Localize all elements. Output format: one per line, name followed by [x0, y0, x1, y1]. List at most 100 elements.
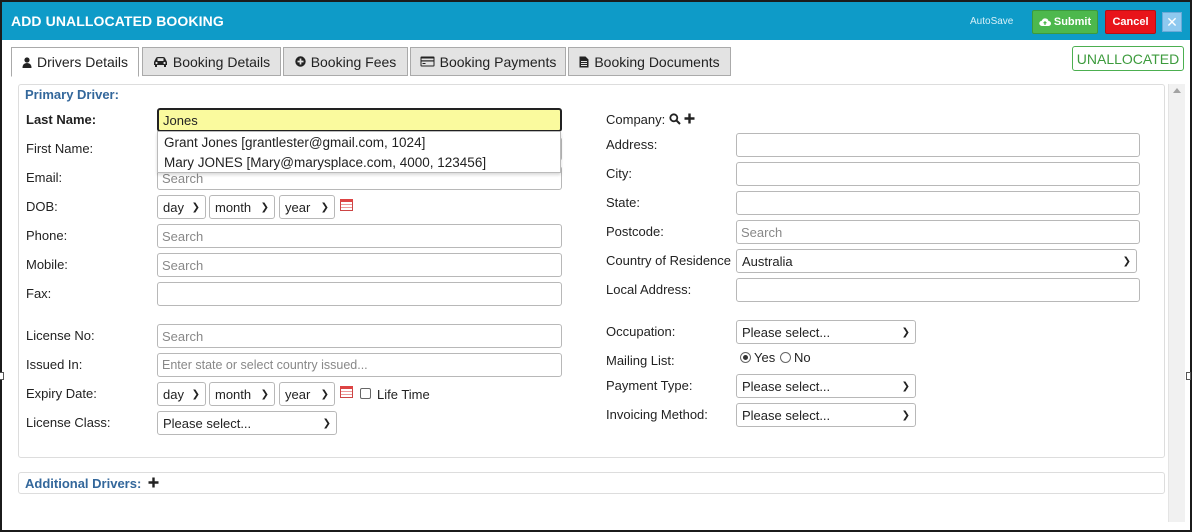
dob-month-select[interactable]: month ❯ [209, 195, 275, 219]
tab-booking-fees[interactable]: Booking Fees [283, 47, 408, 76]
select-value: day [163, 386, 184, 402]
dialog-title: ADD UNALLOCATED BOOKING [11, 13, 224, 29]
scroll-up-icon[interactable] [1173, 88, 1181, 93]
chevron-down-icon: ❯ [1122, 255, 1131, 267]
fax-label: Fax: [26, 286, 52, 301]
tab-label: Booking Fees [310, 53, 397, 70]
dob-label: DOB: [26, 199, 58, 214]
local-address-label: Local Address: [606, 282, 692, 297]
mailing-list-label: Mailing List: [606, 353, 675, 368]
mobile-label: Mobile: [26, 257, 68, 272]
cloud-upload-icon [1039, 18, 1051, 27]
autocomplete-option[interactable]: Mary JONES [Mary@marysplace.com, 4000, 1… [164, 155, 486, 170]
calendar-icon[interactable] [340, 386, 353, 398]
resize-handle-right[interactable] [1186, 372, 1191, 380]
close-icon: ✕ [1166, 13, 1178, 30]
dob-day-select[interactable]: day ❯ [157, 195, 206, 219]
mobile-input[interactable]: Search [157, 253, 562, 277]
title-bar: ADD UNALLOCATED BOOKING AutoSave Submit … [2, 2, 1190, 40]
expiry-year-select[interactable]: year ❯ [279, 382, 335, 406]
country-select[interactable]: Australia ❯ [736, 249, 1137, 273]
tab-label: Drivers Details [36, 54, 128, 70]
chevron-down-icon: ❯ [320, 388, 329, 400]
lifetime-checkbox[interactable] [360, 388, 371, 399]
mailing-no-label: No [794, 350, 811, 365]
address-input[interactable] [736, 133, 1140, 157]
select-value: Please select... [742, 378, 831, 394]
email-label: Email: [26, 170, 63, 185]
postcode-label: Postcode: [606, 224, 664, 239]
cancel-button[interactable]: Cancel [1105, 10, 1156, 34]
autosave-label[interactable]: AutoSave [970, 16, 1013, 27]
mailing-yes-label: Yes [754, 350, 776, 365]
city-input[interactable] [736, 162, 1140, 186]
tab-booking-details[interactable]: Booking Details [142, 47, 281, 76]
select-value: Please select... [742, 407, 831, 423]
close-button[interactable]: ✕ [1162, 12, 1182, 32]
issued-in-input[interactable]: Enter state or select country issued... [157, 353, 562, 377]
phone-input[interactable]: Search [157, 224, 562, 248]
last-name-label: Last Name: [26, 112, 97, 127]
tab-booking-payments[interactable]: Booking Payments [410, 47, 566, 76]
select-value: day [163, 199, 184, 215]
company-label: Company: [606, 112, 666, 127]
vertical-scrollbar[interactable] [1168, 84, 1185, 522]
postcode-input[interactable]: Search [736, 220, 1140, 244]
mailing-no-radio[interactable] [780, 352, 791, 363]
country-label: Country of Residence [606, 253, 732, 268]
chevron-down-icon: ❯ [260, 201, 269, 213]
submit-button[interactable]: Submit [1032, 10, 1098, 34]
autocomplete-option[interactable]: Grant Jones [grantlester@gmail.com, 1024… [164, 135, 425, 150]
last-name-input[interactable]: Jones [157, 108, 562, 132]
additional-drivers-heading: Additional Drivers: [25, 476, 142, 491]
resize-handle-left[interactable] [0, 372, 4, 380]
chevron-down-icon: ❯ [901, 380, 910, 392]
calendar-icon[interactable] [340, 199, 353, 211]
status-badge: UNALLOCATED [1072, 46, 1184, 71]
local-address-input[interactable] [736, 278, 1140, 302]
add-driver-icon[interactable] [148, 477, 159, 488]
select-value: year [285, 386, 311, 402]
credit-card-icon [420, 56, 435, 67]
address-label: Address: [606, 137, 658, 152]
license-class-label: License Class: [26, 415, 111, 430]
expiry-month-select[interactable]: month ❯ [209, 382, 275, 406]
payment-type-select[interactable]: Please select... ❯ [736, 374, 916, 398]
invoicing-method-label: Invoicing Method: [606, 407, 708, 422]
state-input[interactable] [736, 191, 1140, 215]
dob-year-select[interactable]: year ❯ [279, 195, 335, 219]
chevron-down-icon: ❯ [901, 409, 910, 421]
tab-label: Booking Payments [439, 53, 557, 70]
last-name-autocomplete: Grant Jones [grantlester@gmail.com, 1024… [157, 131, 561, 173]
select-value: year [285, 199, 311, 215]
first-name-label: First Name: [26, 141, 94, 156]
tab-label: Booking Details [172, 53, 271, 70]
select-value: Please select... [742, 324, 831, 340]
additional-drivers-panel [18, 472, 1165, 494]
document-icon [579, 56, 589, 67]
chevron-down-icon: ❯ [191, 201, 200, 213]
tab-drivers-details[interactable]: Drivers Details [11, 47, 139, 77]
occupation-select[interactable]: Please select... ❯ [736, 320, 916, 344]
license-no-input[interactable]: Search [157, 324, 562, 348]
plus-icon[interactable] [684, 113, 695, 124]
license-no-label: License No: [26, 328, 95, 343]
state-label: State: [606, 195, 640, 210]
search-icon[interactable] [669, 113, 681, 125]
chevron-down-icon: ❯ [901, 326, 910, 338]
mailing-yes-radio[interactable] [740, 352, 751, 363]
tab-label: Booking Documents [594, 53, 720, 70]
fax-input[interactable] [157, 282, 562, 306]
invoicing-method-select[interactable]: Please select... ❯ [736, 403, 916, 427]
primary-driver-heading: Primary Driver: [25, 87, 119, 102]
plus-circle-icon [294, 56, 306, 67]
occupation-label: Occupation: [606, 324, 676, 339]
expiry-day-select[interactable]: day ❯ [157, 382, 206, 406]
select-value: Please select... [163, 415, 252, 431]
chevron-down-icon: ❯ [260, 388, 269, 400]
tab-booking-documents[interactable]: Booking Documents [568, 47, 731, 76]
select-value: Australia [742, 253, 793, 269]
select-value: month [215, 386, 252, 402]
license-class-select[interactable]: Please select... ❯ [157, 411, 337, 435]
user-icon [22, 56, 32, 68]
